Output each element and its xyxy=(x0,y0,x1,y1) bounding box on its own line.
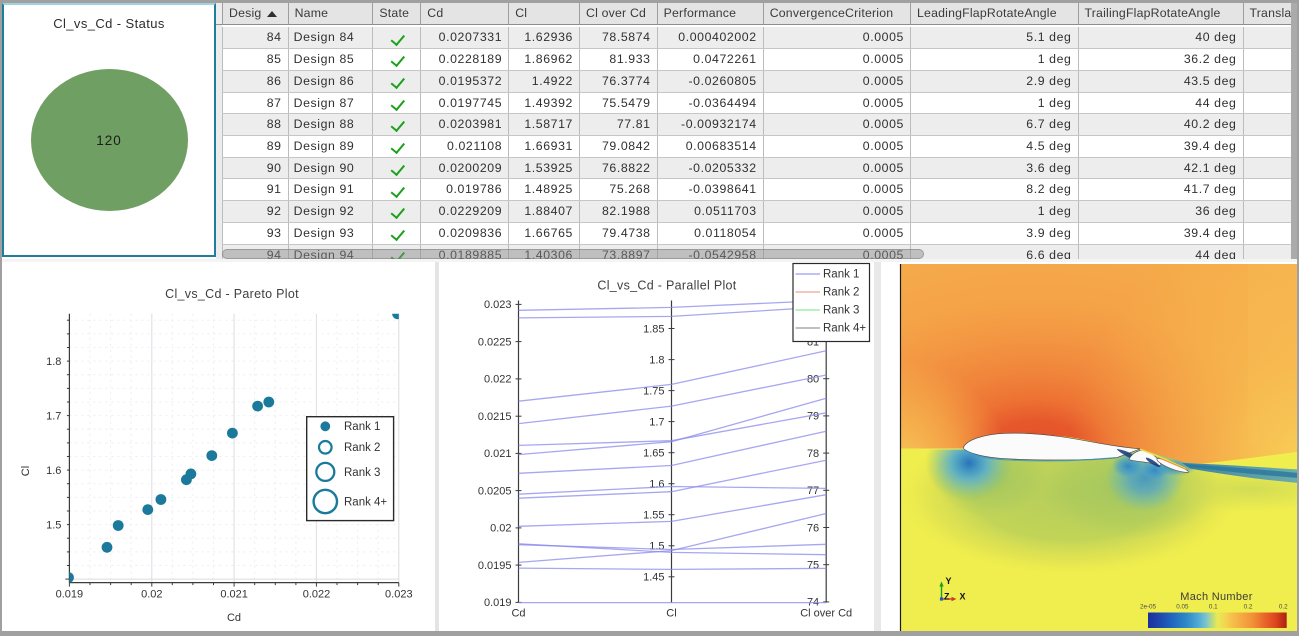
svg-text:76: 76 xyxy=(807,522,819,534)
svg-text:80: 80 xyxy=(807,374,819,386)
svg-text:0.022: 0.022 xyxy=(484,374,512,386)
svg-text:0.0225: 0.0225 xyxy=(478,336,512,348)
svg-text:75: 75 xyxy=(807,560,819,572)
svg-text:2e-05: 2e-05 xyxy=(1140,604,1157,611)
svg-text:Y: Y xyxy=(946,576,952,586)
svg-text:Cl_vs_Cd - Parallel Plot: Cl_vs_Cd - Parallel Plot xyxy=(597,279,736,293)
svg-text:Cd: Cd xyxy=(511,608,525,620)
svg-text:0.023: 0.023 xyxy=(385,589,413,601)
svg-text:77: 77 xyxy=(807,485,819,497)
svg-text:0.05: 0.05 xyxy=(1176,604,1189,611)
svg-text:0.02: 0.02 xyxy=(141,589,162,601)
svg-text:1.6: 1.6 xyxy=(649,479,664,491)
svg-text:Mach Number: Mach Number xyxy=(1180,591,1252,603)
svg-text:1.85: 1.85 xyxy=(643,323,664,335)
svg-text:0.019: 0.019 xyxy=(484,597,512,609)
svg-text:0.02: 0.02 xyxy=(490,523,511,535)
svg-text:1.7: 1.7 xyxy=(46,410,61,422)
svg-text:Cl: Cl xyxy=(20,466,32,476)
svg-text:1.6: 1.6 xyxy=(46,465,61,477)
svg-text:0.022: 0.022 xyxy=(303,589,331,601)
svg-text:Cd: Cd xyxy=(227,612,241,624)
svg-text:Rank 3: Rank 3 xyxy=(344,467,380,479)
svg-text:1.8: 1.8 xyxy=(46,356,61,368)
svg-text:0.0195: 0.0195 xyxy=(478,560,512,572)
svg-text:Rank 1: Rank 1 xyxy=(344,421,380,433)
svg-text:1.7: 1.7 xyxy=(649,416,664,428)
svg-text:Cl_vs_Cd - Pareto Plot: Cl_vs_Cd - Pareto Plot xyxy=(165,287,299,301)
svg-text:0.2: 0.2 xyxy=(1279,604,1288,611)
svg-text:0.021: 0.021 xyxy=(484,448,512,460)
svg-text:1.65: 1.65 xyxy=(643,448,664,460)
svg-text:0.0205: 0.0205 xyxy=(478,485,512,497)
svg-text:0.0215: 0.0215 xyxy=(478,411,512,423)
svg-text:Z: Z xyxy=(944,592,950,602)
svg-text:0.1: 0.1 xyxy=(1209,604,1218,611)
svg-text:1.5: 1.5 xyxy=(46,519,61,531)
svg-text:1.55: 1.55 xyxy=(643,510,664,522)
svg-text:79: 79 xyxy=(807,411,819,423)
svg-text:Rank 2: Rank 2 xyxy=(823,287,859,299)
svg-text:Rank 4+: Rank 4+ xyxy=(344,496,387,508)
svg-text:Rank 3: Rank 3 xyxy=(823,305,859,317)
svg-text:0.021: 0.021 xyxy=(220,589,248,601)
svg-text:1.8: 1.8 xyxy=(649,354,664,366)
svg-text:0.019: 0.019 xyxy=(56,589,84,601)
svg-text:Rank 1: Rank 1 xyxy=(823,269,859,281)
svg-text:Cl over Cd: Cl over Cd xyxy=(800,608,852,620)
svg-text:1.45: 1.45 xyxy=(643,572,664,584)
svg-text:Rank 2: Rank 2 xyxy=(344,442,380,454)
svg-text:0.023: 0.023 xyxy=(484,299,512,311)
svg-text:Rank 4+: Rank 4+ xyxy=(823,323,866,335)
svg-text:Cl: Cl xyxy=(666,608,676,620)
svg-text:0.2: 0.2 xyxy=(1244,604,1253,611)
svg-text:78: 78 xyxy=(807,448,819,460)
svg-text:X: X xyxy=(960,592,966,602)
